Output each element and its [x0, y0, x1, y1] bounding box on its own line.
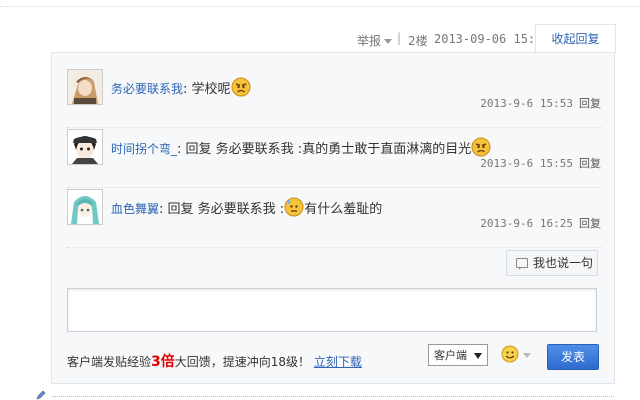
- add-comment-button[interactable]: 我也说一句: [506, 250, 598, 276]
- collapse-replies-button[interactable]: 收起回复: [535, 24, 616, 53]
- list-item: 务必要联系我: 学校呢 2013-9-6 15:53 回复: [67, 69, 601, 128]
- pencil-icon: [36, 390, 46, 400]
- username-link[interactable]: 时间拐个弯_: [111, 142, 177, 156]
- reply-link[interactable]: 回复: [579, 157, 601, 170]
- colon: :: [183, 82, 188, 97]
- reply-text: 回复 务必要联系我 :真的勇士敢于直面淋漓的目光: [185, 142, 472, 157]
- add-comment-label: 我也说一句: [533, 256, 594, 270]
- reply-link[interactable]: 回复: [579, 97, 601, 110]
- promo-highlight: 3倍: [151, 354, 175, 370]
- username-link[interactable]: 血色舞翼: [111, 202, 159, 216]
- list-item: 血色舞翼: 回复 务必要联系我 : 有什么羞耻的 2013-9-6 16:25 回复: [67, 189, 601, 248]
- floor-number: 2楼: [408, 34, 428, 48]
- angry-smiley-icon: [231, 77, 251, 97]
- chevron-down-icon: [384, 39, 393, 44]
- speech-bubble-icon: [516, 258, 528, 270]
- send-button[interactable]: 发表: [547, 344, 599, 370]
- promo-prefix: 客户端发贴经验: [67, 355, 152, 369]
- avatar[interactable]: [67, 129, 103, 165]
- separator: |: [397, 31, 402, 45]
- reply-time: 2013-9-6 15:55: [480, 157, 573, 170]
- report-dropdown[interactable]: 举报: [357, 32, 393, 49]
- username-link[interactable]: 务必要联系我: [111, 82, 183, 96]
- reply-content: 务必要联系我: 学校呢: [111, 77, 251, 97]
- post-footer: 举报 | 2楼 2013-09-06 15:48 收起回复: [0, 24, 616, 53]
- reply-content: 血色舞翼: 回复 务必要联系我 : 有什么羞耻的: [111, 197, 382, 217]
- avatar[interactable]: [67, 69, 103, 105]
- post-timestamp: 2013-09-06 15:48: [434, 32, 550, 46]
- chevron-down-icon: [474, 353, 482, 359]
- promo-middle: 大回馈，提速冲向18级！: [174, 355, 311, 369]
- client-promo: 客户端发贴经验3倍大回馈，提速冲向18级！ 立刻下载: [67, 351, 362, 371]
- list-item: 时间拐个弯_: 回复 务必要联系我 :真的勇士敢于直面淋漓的目光 2013-9-…: [67, 129, 601, 188]
- reply-text: 回复 务必要联系我 :: [167, 202, 285, 217]
- reply-panel: 务必要联系我: 学校呢 2013-9-6 15:53 回复 时间拐个弯_: 回复 …: [51, 52, 615, 384]
- download-link[interactable]: 立刻下载: [314, 355, 362, 369]
- emoji-picker-icon[interactable]: [501, 345, 519, 363]
- colon: :: [159, 202, 164, 217]
- reply-link[interactable]: 回复: [579, 217, 601, 230]
- colon: :: [177, 142, 182, 157]
- angry-smiley-icon: [471, 137, 491, 157]
- reply-text-after: 有什么羞耻的: [304, 202, 383, 217]
- client-select[interactable]: 客户端: [428, 344, 488, 366]
- reply-meta: 2013-9-6 16:25 回复: [480, 215, 601, 231]
- sweat-smiley-icon: [284, 197, 304, 217]
- reply-meta: 2013-9-6 15:55 回复: [480, 155, 601, 171]
- reply-content: 时间拐个弯_: 回复 务必要联系我 :真的勇士敢于直面淋漓的目光: [111, 137, 491, 157]
- reply-time: 2013-9-6 15:53: [480, 97, 573, 110]
- reply-meta: 2013-9-6 15:53 回复: [480, 95, 601, 111]
- avatar[interactable]: [67, 189, 103, 225]
- client-select-value: 客户端: [434, 349, 467, 362]
- top-divider: [0, 0, 640, 7]
- report-label: 举报: [357, 34, 382, 48]
- reply-time: 2013-9-6 16:25: [480, 217, 573, 230]
- reply-textarea[interactable]: [67, 288, 597, 332]
- reply-text: 学校呢: [191, 82, 231, 97]
- emoji-caret-icon[interactable]: [523, 353, 531, 358]
- bottom-divider: [52, 396, 614, 397]
